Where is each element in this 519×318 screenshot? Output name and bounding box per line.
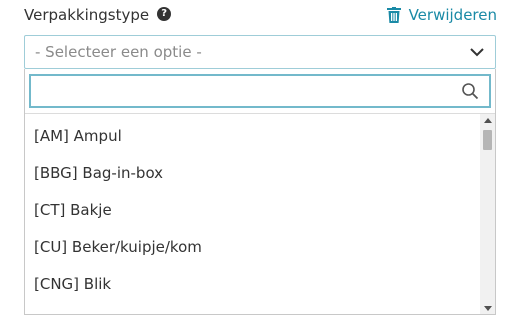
- search-input[interactable]: [31, 76, 461, 106]
- list-item[interactable]: [CU] Beker/kuipje/kom: [25, 229, 480, 266]
- packaging-type-select[interactable]: - Selecteer een optie -: [24, 35, 496, 69]
- list-item[interactable]: [CNG] Blik: [25, 266, 480, 303]
- divider: [25, 113, 495, 114]
- packaging-type-field: Verpakkingstype ? Verwijderen - Selectee…: [0, 0, 519, 318]
- scroll-down-icon[interactable]: [480, 302, 495, 314]
- field-label: Verpakkingstype: [24, 6, 150, 24]
- chevron-down-icon: [470, 48, 484, 57]
- list-item[interactable]: [CT] Bakje: [25, 192, 480, 229]
- remove-label: Verwijderen: [408, 6, 497, 24]
- list-item[interactable]: [BBG] Bag-in-box: [25, 155, 480, 192]
- dropdown-panel: [AM] Ampul [BBG] Bag-in-box [CT] Bakje […: [24, 69, 496, 315]
- trash-icon: [386, 7, 401, 23]
- scrollbar-thumb[interactable]: [483, 130, 492, 150]
- scroll-up-icon[interactable]: [480, 114, 495, 126]
- field-label-row: Verpakkingstype ?: [24, 6, 172, 24]
- remove-button[interactable]: Verwijderen: [386, 6, 497, 24]
- search-icon: [462, 83, 479, 100]
- question-circle-icon[interactable]: ?: [157, 6, 172, 21]
- options-list: [AM] Ampul [BBG] Bag-in-box [CT] Bakje […: [25, 118, 480, 313]
- list-item[interactable]: [AM] Ampul: [25, 118, 480, 155]
- search-box: [29, 74, 491, 108]
- scrollbar[interactable]: [480, 114, 495, 314]
- select-placeholder: - Selecteer een optie -: [35, 43, 202, 61]
